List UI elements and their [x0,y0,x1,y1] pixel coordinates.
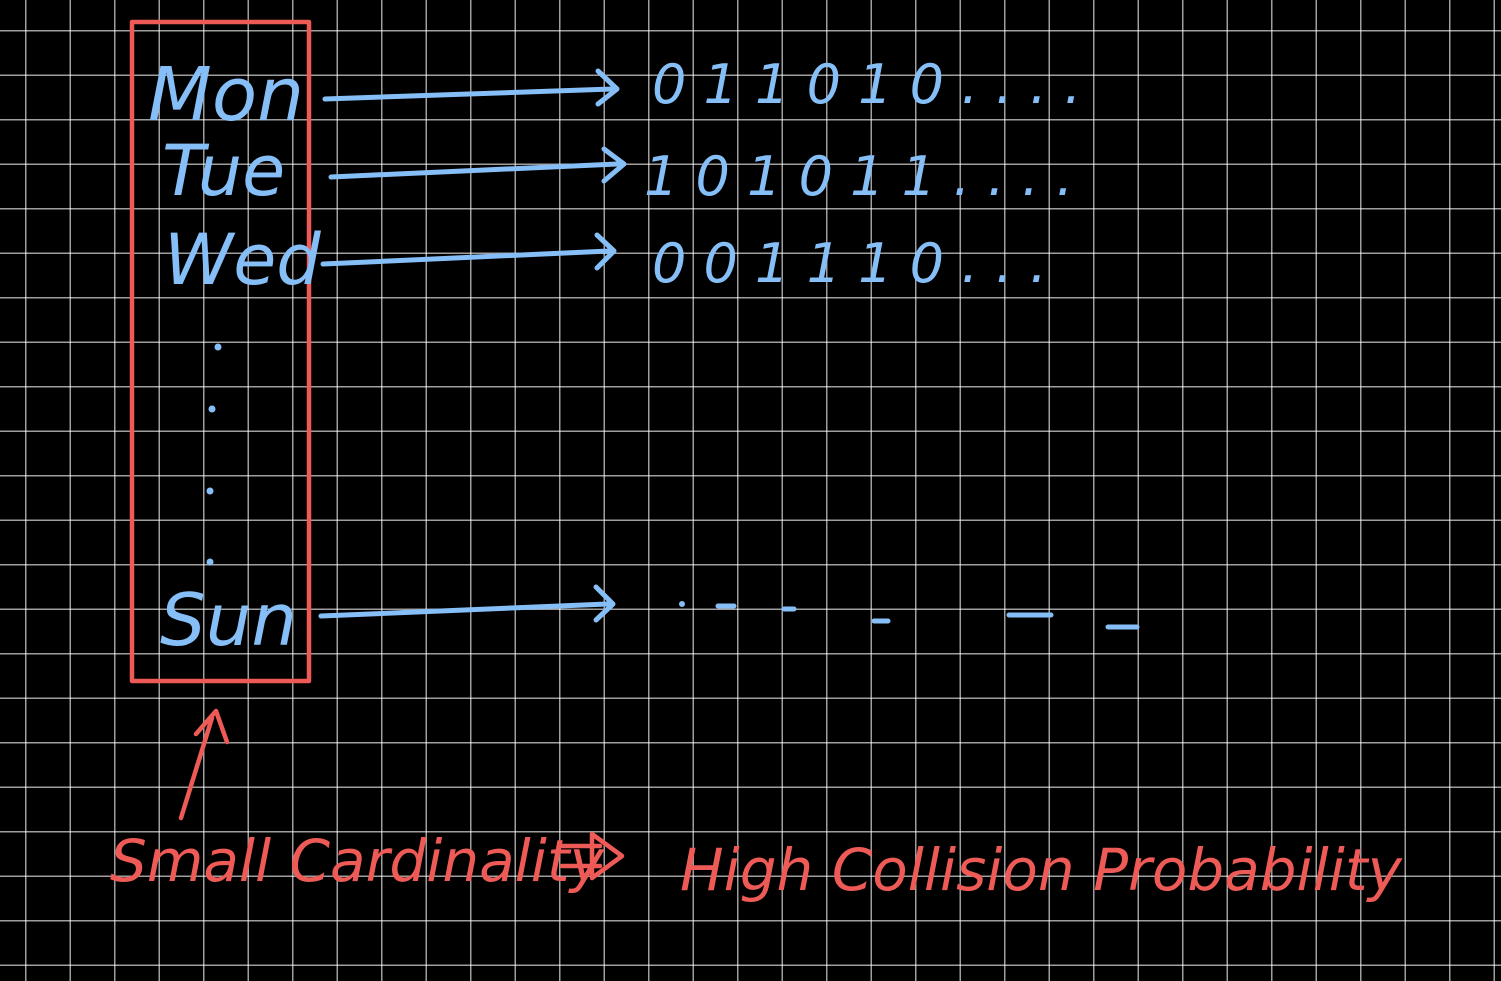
sequence-sun [679,601,1140,630]
cardinality-arrow [178,708,230,821]
ellipsis-dot [206,487,214,495]
sequence-mon: 0 1 1 0 1 0 . . . . [652,53,1081,116]
annotation-left: Small Cardinality [110,827,605,895]
day-label-sun: Sun [160,578,297,662]
arrow-mon [322,68,620,107]
sun-mark [679,601,685,607]
grid-canvas: Mon Tue Wed Sun 0 1 1 0 1 0 . . . . 1 0 … [0,0,1501,981]
ellipsis-dot [206,558,214,566]
sequence-wed: 0 0 1 1 1 0 . . . [652,232,1047,295]
arrow-tue [328,146,627,184]
day-label-tue: Tue [162,130,285,212]
sequence-tue: 1 0 1 0 1 1 . . . . [644,145,1073,208]
ellipsis-dot [208,405,216,413]
arrow-wed [320,232,617,271]
day-label-mon: Mon [148,52,304,138]
day-label-wed: Wed [164,219,321,301]
ellipsis-dot [214,343,222,351]
arrow-sun [318,584,616,623]
ellipsis-dots [206,343,222,566]
diagram: Mon Tue Wed Sun 0 1 1 0 1 0 . . . . 1 0 … [110,19,1403,904]
annotation-right: High Collision Probability [680,836,1403,904]
